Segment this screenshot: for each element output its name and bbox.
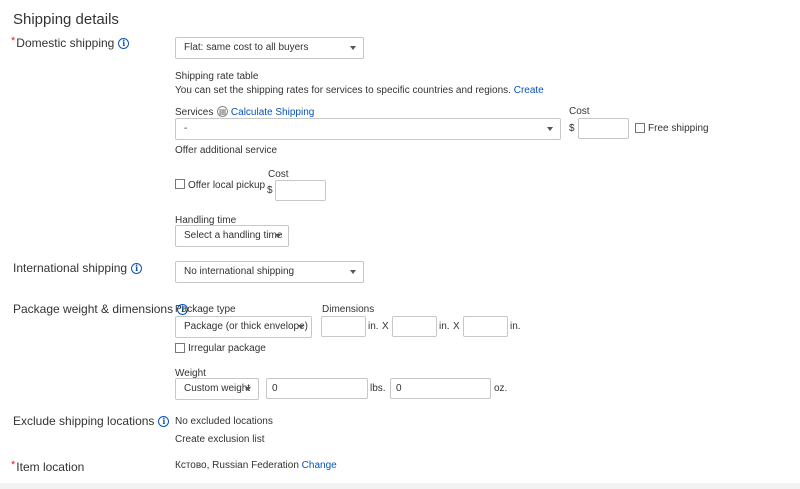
info-icon[interactable]: i: [131, 263, 143, 274]
info-icon[interactable]: i: [118, 38, 130, 49]
cost-label: Cost: [569, 106, 590, 117]
chevron-down-icon: [298, 325, 304, 329]
domestic-shipping-label-text: Domestic shipping: [16, 36, 115, 50]
services-label-row: Services ▦ Calculate Shipping: [175, 106, 314, 118]
irregular-package-label: Irregular package: [188, 343, 266, 354]
chevron-down-icon: [350, 46, 356, 50]
oz-unit: oz.: [494, 383, 508, 394]
exclude-label-text: Exclude shipping locations: [13, 414, 155, 428]
chevron-down-icon: [350, 270, 356, 274]
cost-input[interactable]: [578, 118, 629, 139]
weight-type-select-value: Custom weight: [184, 383, 251, 394]
international-shipping-select[interactable]: No international shipping: [175, 261, 364, 283]
pickup-cost-input[interactable]: [275, 180, 326, 201]
services-label: Services: [175, 107, 214, 118]
chevron-down-icon: [275, 234, 281, 238]
calculator-icon: ▦: [217, 106, 229, 117]
handling-time-select-value: Select a handling time: [184, 230, 283, 241]
lbs-unit: lbs.: [370, 383, 386, 394]
local-pickup-label: Offer local pickup: [188, 180, 266, 191]
item-location-label: *Item location: [11, 459, 84, 474]
package-type-select-value: Package (or thick envelope): [184, 321, 308, 332]
item-location-row: Кстово, Russian Federation Change: [175, 460, 337, 471]
rate-table-title: Shipping rate table: [175, 71, 259, 82]
create-exclusion-list-link[interactable]: Create exclusion list: [175, 434, 264, 445]
package-weight-dimensions-label: Package weight & dimensions i: [13, 302, 189, 316]
bottom-divider: [0, 483, 800, 489]
handling-time-select[interactable]: Select a handling time: [175, 225, 289, 247]
pickup-currency-symbol: $: [267, 185, 273, 196]
unit-in: in.: [439, 321, 450, 332]
unit-in: in.: [368, 321, 379, 332]
section-title: Shipping details: [13, 11, 119, 28]
item-location-label-text: Item location: [16, 460, 85, 474]
unit-in: in.: [510, 321, 521, 332]
domestic-shipping-label: *Domestic shipping i: [11, 35, 130, 50]
weight-lbs-input[interactable]: 0: [266, 378, 368, 399]
currency-symbol: $: [569, 123, 575, 134]
chevron-down-icon: [547, 127, 553, 131]
pickup-cost-label: Cost: [268, 169, 289, 180]
package-label-text: Package weight & dimensions: [13, 302, 174, 316]
rate-table-desc-text: You can set the shipping rates for servi…: [175, 85, 511, 96]
service-select[interactable]: -: [175, 118, 561, 140]
required-mark: *: [11, 35, 16, 47]
rate-table-create-link[interactable]: Create: [514, 85, 544, 96]
required-mark: *: [11, 459, 16, 471]
offer-additional-service-link[interactable]: Offer additional service: [175, 145, 277, 156]
package-type-select[interactable]: Package (or thick envelope): [175, 316, 312, 338]
domestic-shipping-select[interactable]: Flat: same cost to all buyers: [175, 37, 364, 59]
rate-table-description: You can set the shipping rates for servi…: [175, 85, 544, 96]
irregular-package-checkbox[interactable]: [175, 343, 185, 353]
domestic-shipping-select-value: Flat: same cost to all buyers: [184, 42, 309, 53]
exclude-shipping-locations-label: Exclude shipping locations i: [13, 414, 170, 428]
local-pickup-checkbox[interactable]: [175, 179, 185, 189]
free-shipping-checkbox[interactable]: [635, 123, 645, 133]
package-type-label: Package type: [175, 304, 236, 315]
change-location-link[interactable]: Change: [302, 460, 337, 471]
dimension-separator: X: [382, 321, 389, 332]
item-location-value: Кстово, Russian Federation: [175, 460, 299, 471]
service-select-value: -: [184, 123, 188, 134]
dimension-length-input[interactable]: [321, 316, 366, 337]
calculate-shipping-link[interactable]: Calculate Shipping: [231, 107, 314, 118]
excluded-locations-value: No excluded locations: [175, 416, 273, 427]
international-shipping-label-text: International shipping: [13, 261, 128, 275]
free-shipping-label: Free shipping: [648, 123, 709, 134]
dimension-width-input[interactable]: [392, 316, 437, 337]
dimension-height-input[interactable]: [463, 316, 508, 337]
dimension-separator: X: [453, 321, 460, 332]
weight-type-select[interactable]: Custom weight: [175, 378, 259, 400]
info-icon[interactable]: i: [158, 416, 170, 427]
international-shipping-select-value: No international shipping: [184, 266, 295, 277]
dimensions-label: Dimensions: [322, 304, 375, 315]
chevron-down-icon: [245, 387, 251, 391]
international-shipping-label: International shipping i: [13, 261, 143, 275]
weight-oz-input[interactable]: 0: [390, 378, 491, 399]
